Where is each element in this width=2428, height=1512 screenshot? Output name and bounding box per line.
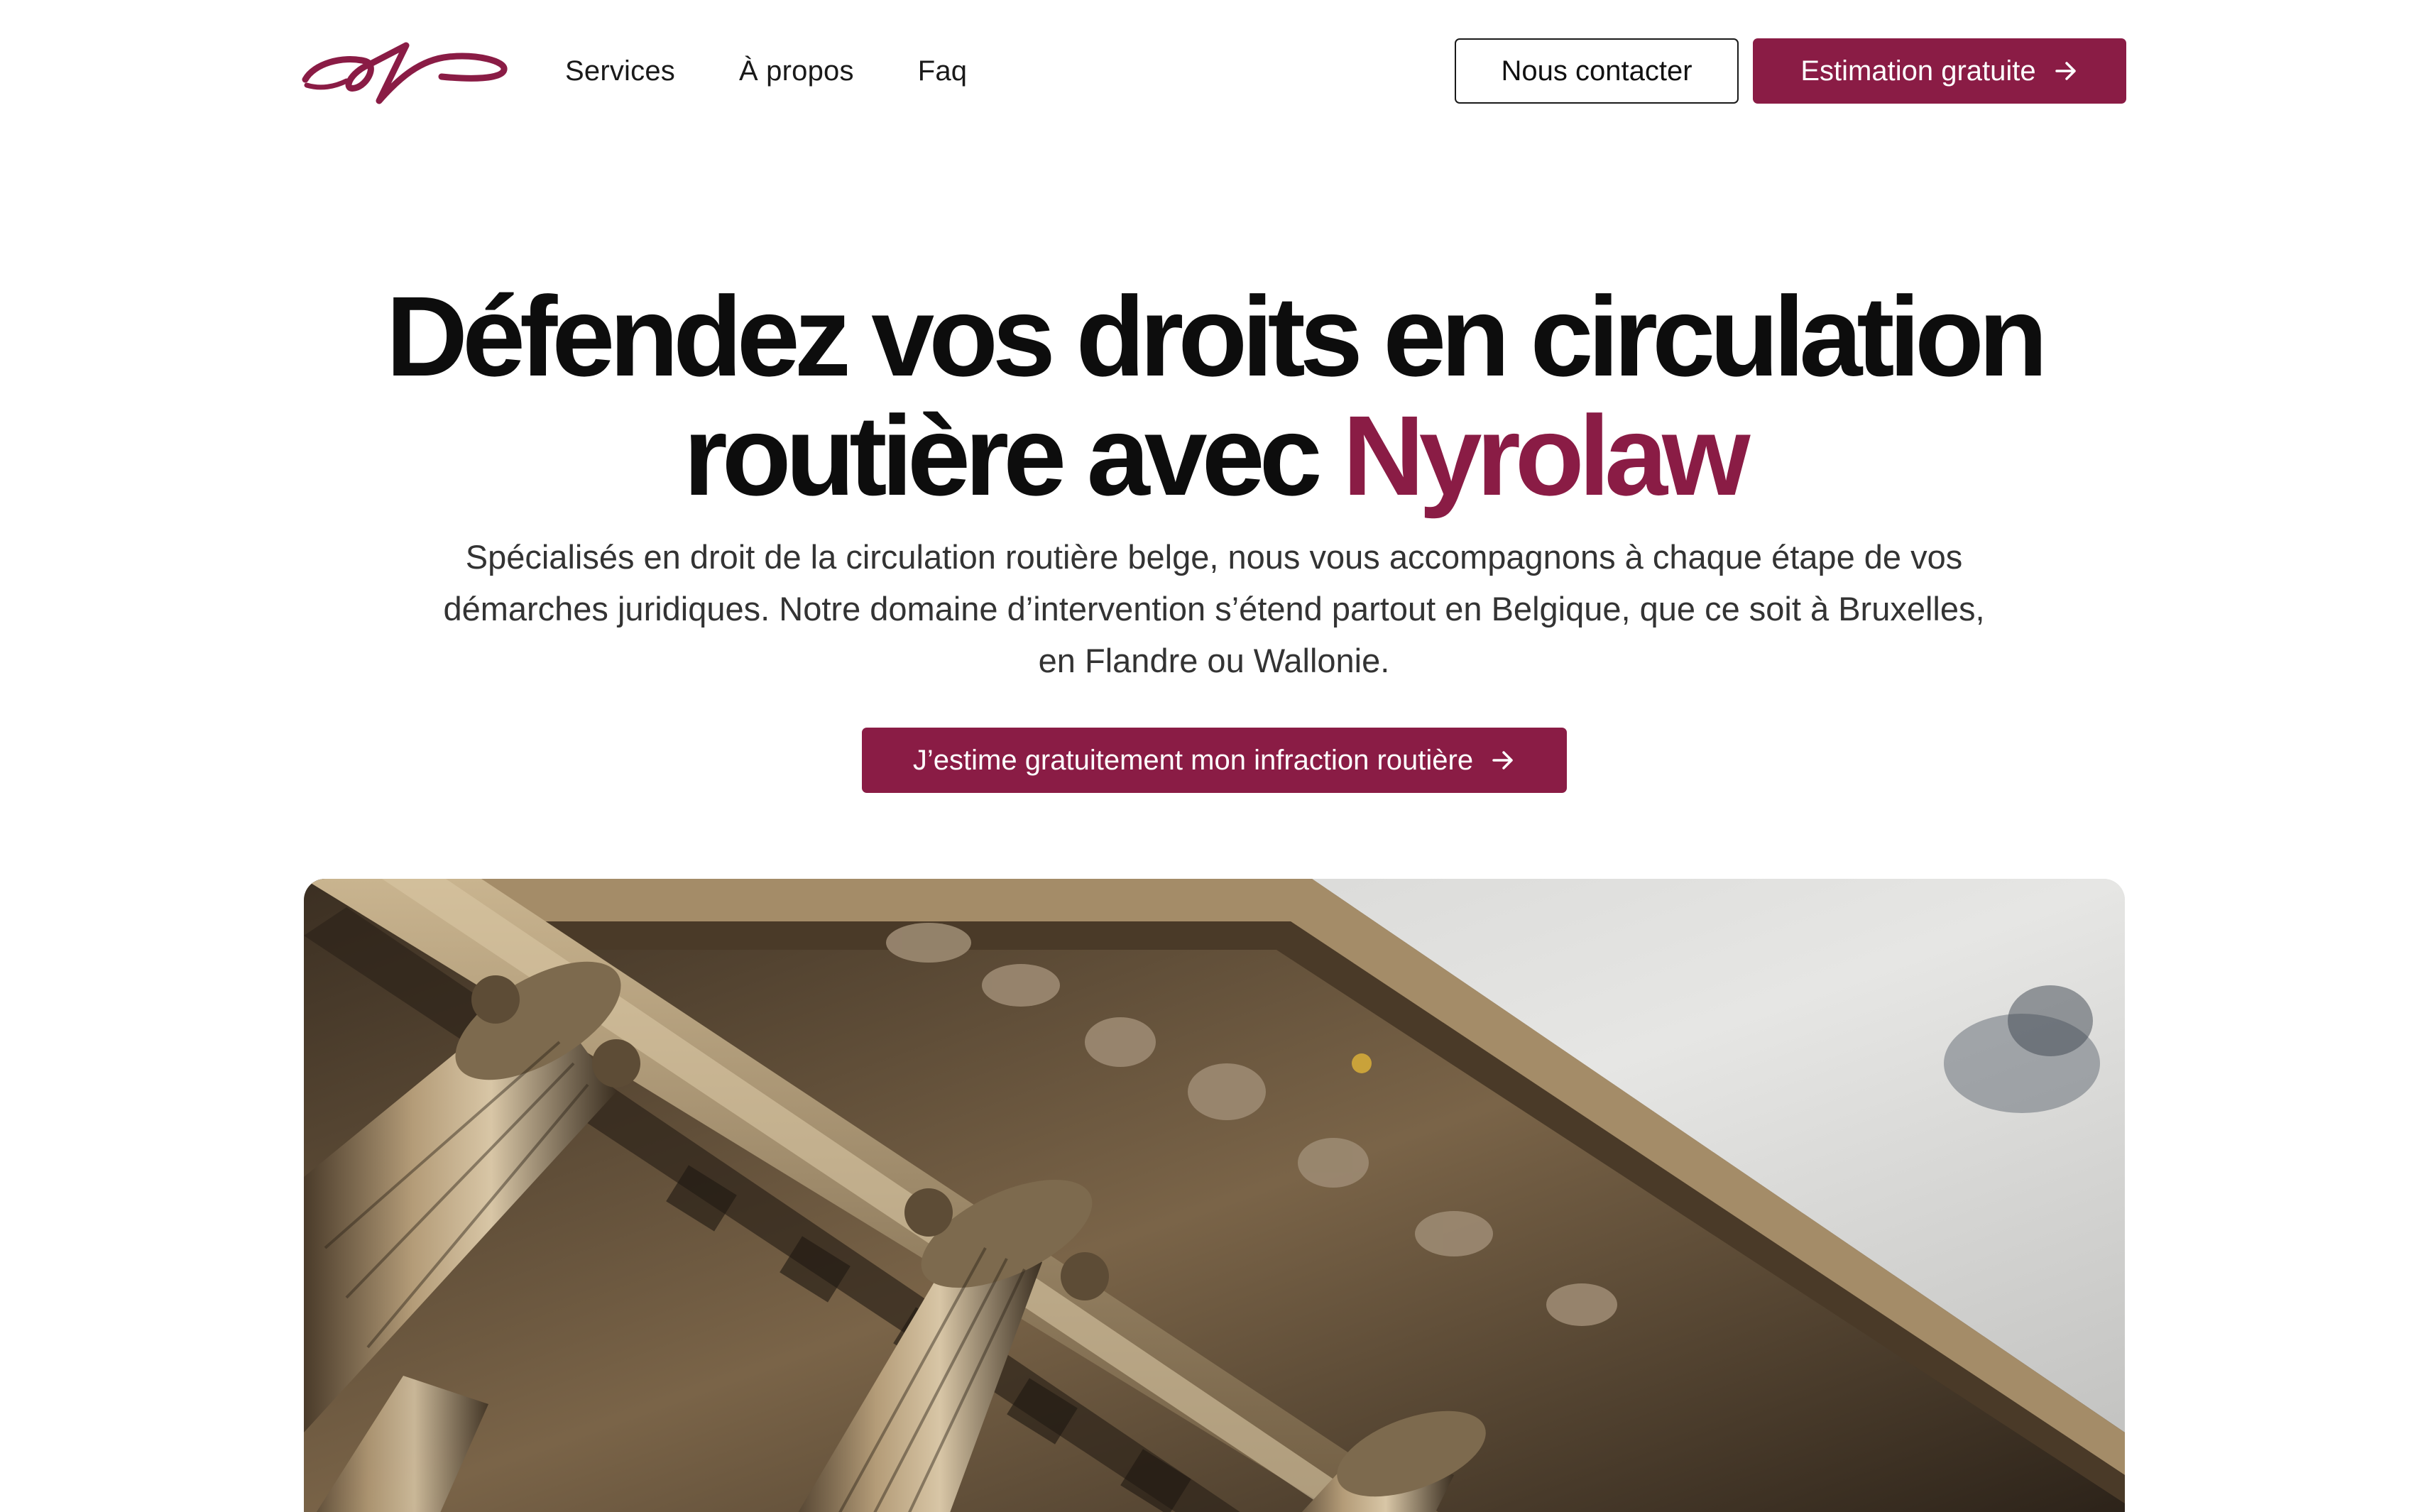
nav-link-faq[interactable]: Faq — [918, 55, 968, 87]
nav-link-a-propos[interactable]: À propos — [739, 55, 854, 87]
navbar: Services À propos Faq Nous contacter Est… — [0, 0, 2428, 142]
courthouse-illustration — [304, 879, 2125, 1512]
estimate-button-label: Estimation gratuite — [1800, 55, 2036, 87]
cta-estimate-infraction-button[interactable]: J’estime gratuitement mon infraction rou… — [862, 728, 1567, 793]
logo-icon — [302, 42, 508, 104]
estimate-button[interactable]: Estimation gratuite — [1753, 38, 2126, 104]
cta-label: J’estime gratuitement mon infraction rou… — [912, 744, 1474, 776]
hero-subtitle: Spécialisés en droit de la circulation r… — [443, 538, 1985, 679]
logo[interactable] — [300, 35, 513, 106]
hero-title-line2: routière avec — [683, 392, 1343, 519]
nav-links: Services À propos Faq — [565, 50, 967, 92]
hero-title-brand: Nyrolaw — [1342, 392, 1750, 519]
page: Services À propos Faq Nous contacter Est… — [0, 0, 2428, 1512]
hero-title: Défendez vos droits en circulation routi… — [0, 277, 2428, 515]
contact-button[interactable]: Nous contacter — [1455, 38, 1739, 104]
hero-title-line1: Défendez vos droits en circulation — [385, 273, 2048, 400]
nav-link-services[interactable]: Services — [565, 55, 675, 87]
contact-button-label: Nous contacter — [1501, 55, 1693, 87]
arrow-right-icon — [1492, 751, 1513, 769]
courthouse-image — [304, 879, 2125, 1512]
arrow-right-icon — [2055, 62, 2076, 80]
